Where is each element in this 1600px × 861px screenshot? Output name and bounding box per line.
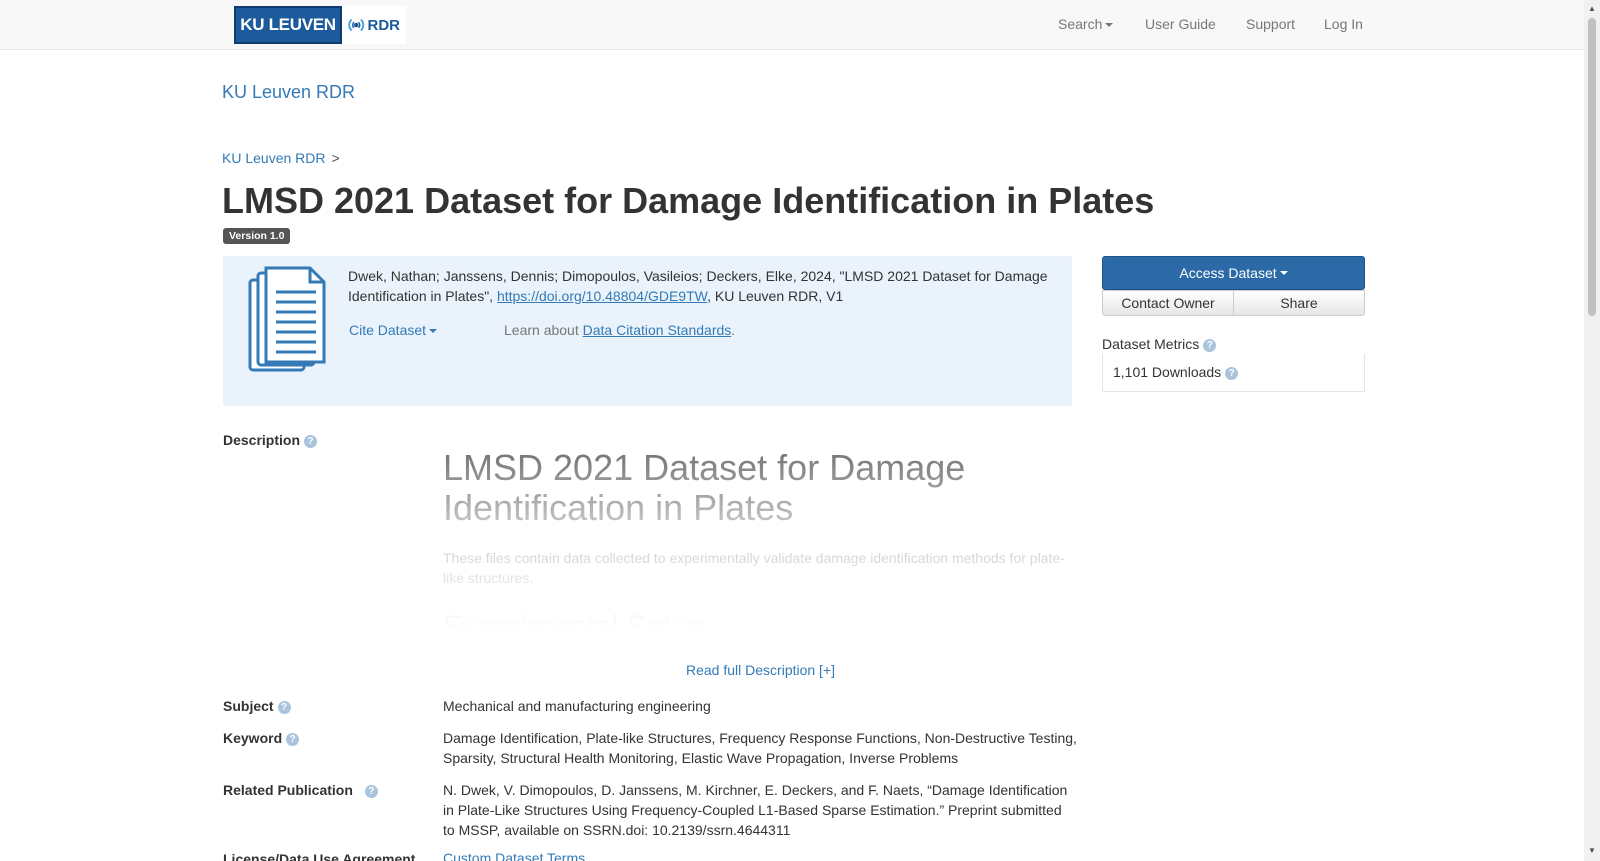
description-label-text: Description (223, 432, 301, 448)
subject-label: Subject? (223, 698, 291, 714)
nav-search-dropdown[interactable]: Search (1058, 16, 1114, 32)
help-icon[interactable]: ? (1225, 366, 1239, 380)
access-dataset-button[interactable]: Access Dataset (1102, 256, 1365, 290)
related-publication-value: N. Dwek, V. Dimopoulos, D. Janssens, M. … (443, 782, 1068, 838)
access-dataset-label: Access Dataset (1179, 265, 1277, 281)
subject-value: Mechanical and manufacturing engineering (443, 698, 711, 714)
rdr-signal-icon (348, 18, 365, 32)
license-label: License/Data Use Agreement (223, 851, 416, 861)
logo-rdr: RDR (342, 6, 406, 44)
logo-ku-leuven: KU LEUVEN (234, 6, 342, 44)
scroll-down-arrow-icon[interactable]: ▼ (1588, 846, 1596, 855)
help-icon[interactable]: ? (304, 434, 318, 448)
dataset-metrics-panel: 1,101 Downloads? (1102, 354, 1365, 392)
help-icon[interactable]: ? (286, 732, 300, 746)
nav-login[interactable]: Log In (1324, 16, 1363, 32)
scroll-up-arrow-icon[interactable]: ▲ (1588, 4, 1596, 13)
description-content: LMSD 2021 Dataset for Damage Identificat… (443, 448, 1073, 630)
contact-owner-button[interactable]: Contact Owner (1102, 290, 1234, 316)
description-paragraph: These files contain data collected to ex… (443, 550, 1065, 586)
version-badge: Version 1.0 (223, 228, 291, 244)
citation-suffix: , KU Leuven RDR, V1 (707, 288, 844, 304)
learn-about-citation: Learn about Data Citation Standards. (504, 322, 735, 338)
help-icon[interactable]: ? (1203, 338, 1217, 352)
downloads-count: 1,101 Downloads (1113, 364, 1222, 380)
page-title: LMSD 2021 Dataset for Damage Identificat… (222, 180, 1155, 221)
dataset-document-icon (248, 266, 326, 372)
chevron-down-icon (1279, 271, 1288, 275)
description-subheading: Experimental Setup (443, 610, 705, 630)
read-full-description-link[interactable]: Read full Description [+] (686, 662, 835, 678)
top-navbar: KU LEUVEN RDR Search User Guide Support … (0, 0, 1584, 50)
dataset-metrics-label: Dataset Metrics (1102, 336, 1200, 352)
custom-dataset-terms-link[interactable]: Custom Dataset Terms (443, 850, 585, 861)
subject-label-text: Subject (223, 698, 274, 714)
breadcrumb-separator: > (331, 150, 340, 166)
citation-doi-link[interactable]: https://doi.org/10.48804/GDE9TW (497, 288, 707, 304)
description-label: Description? (223, 432, 318, 448)
logo-rdr-text: RDR (367, 16, 401, 34)
help-icon[interactable]: ? (364, 784, 378, 798)
chevron-down-icon (1105, 23, 1114, 28)
share-button[interactable]: Share (1234, 290, 1365, 316)
ku-leuven-rdr-logo[interactable]: KU LEUVEN RDR (234, 6, 406, 44)
help-icon[interactable]: ? (277, 700, 291, 714)
nav-search-label: Search (1058, 16, 1103, 32)
cite-dataset-dropdown[interactable]: Cite Dataset (349, 322, 438, 338)
related-publication-label-text: Related Publication (223, 782, 353, 798)
keyword-value: Damage Identification, Plate-like Struct… (443, 730, 1077, 766)
data-citation-standards-link[interactable]: Data Citation Standards (583, 322, 732, 338)
keyword-label: Keyword? (223, 730, 300, 746)
scrollbar-thumb[interactable] (1588, 18, 1596, 316)
nav-support[interactable]: Support (1246, 16, 1295, 32)
cite-dataset-label: Cite Dataset (349, 322, 427, 338)
nav-user-guide[interactable]: User Guide (1145, 16, 1216, 32)
dataset-action-buttons: Contact Owner Share (1102, 290, 1365, 316)
dataverse-title-link[interactable]: KU Leuven RDR (222, 82, 355, 103)
keyword-label-text: Keyword (223, 730, 283, 746)
related-publication-label: Related Publication? (223, 782, 378, 798)
citation-text: Dwek, Nathan; Janssens, Dennis; Dimopoul… (348, 266, 1058, 306)
learn-suffix: . (731, 322, 736, 338)
chevron-down-icon (429, 329, 438, 334)
learn-prefix: Learn about (504, 322, 583, 338)
breadcrumb: KU Leuven RDR > (222, 150, 340, 166)
breadcrumb-root-link[interactable]: KU Leuven RDR (222, 150, 326, 166)
description-heading: LMSD 2021 Dataset for Damage Identificat… (443, 448, 966, 528)
dataset-metrics-heading: Dataset Metrics? (1102, 336, 1217, 352)
